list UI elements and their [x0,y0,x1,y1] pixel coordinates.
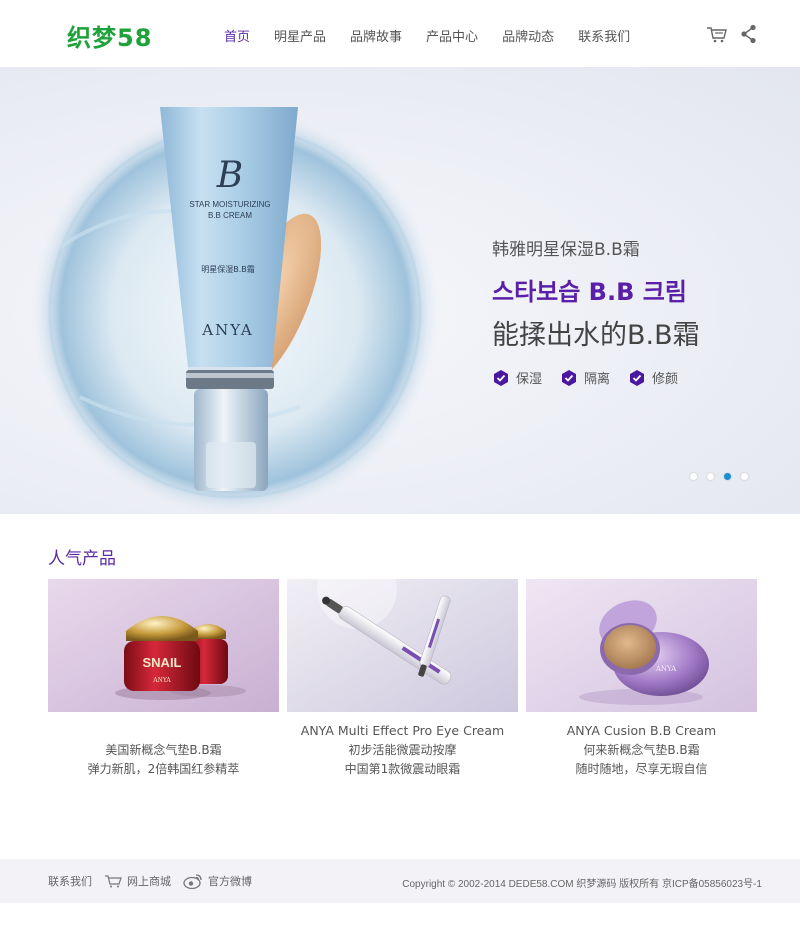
hero-banner[interactable]: B STAR MOISTURIZING B.B CREAM 明星保湿B.B霜 A… [0,67,800,514]
feature-retouch: 修颜 [628,368,678,387]
tube-line1: STAR MOISTURIZING [189,200,270,209]
product-name[interactable] [48,723,279,741]
section-title-popular: 人气产品 [48,549,116,569]
product-card[interactable]: SNAIL ANYA 美国新概念气垫B.B霜 弹力新肌，2倍韩国红参精萃 [48,579,279,779]
product-card[interactable]: ANYA ANYA Cusion B.B Cream 何来新概念气垫B.B霜 随… [526,579,757,779]
footer-link-label: 联系我们 [48,876,92,888]
site-header: 织梦58 首页 明星产品 品牌故事 产品中心 品牌动态 联系我们 [0,0,800,67]
slider-dot-2[interactable] [707,473,714,480]
footer-link-contact[interactable]: 联系我们 [48,873,92,889]
tube-brand: ANYA [201,321,254,339]
share-icon[interactable] [738,24,760,44]
feature-label: 保湿 [516,372,543,387]
banner-text: 韩雅明星保湿B.B霜 스타보습 B.B 크림 能揉出水的B.B霜 保湿 隔离 修… [492,235,700,387]
header-icons [706,24,760,44]
product-image-snail-cream[interactable]: SNAIL ANYA [48,579,279,712]
banner-headline: 能揉出水的B.B霜 [492,320,700,351]
product-name[interactable]: ANYA Cusion B.B Cream [526,723,757,741]
main-nav: 首页 明星产品 品牌故事 产品中心 品牌动态 联系我们 [212,26,642,45]
nav-contact[interactable]: 联系我们 [578,26,630,45]
cart-icon [105,875,122,888]
footer-link-shop[interactable]: 网上商城 [104,873,171,889]
slider-dot-4[interactable] [741,473,748,480]
check-hexagon-icon [562,369,577,386]
feature-moisturize: 保湿 [492,368,542,387]
cart-icon[interactable] [706,24,728,44]
tube-cn-name: 明星保湿B.B霜 [201,264,255,274]
feature-isolate: 隔离 [560,368,610,387]
nav-product-center[interactable]: 产品中心 [426,26,478,45]
product-desc-line-2: 弹力新肌，2倍韩国红参精萃 [87,762,240,776]
product-image-cushion-bb[interactable]: ANYA [526,579,757,712]
slider-dots [690,473,748,480]
product-desc-line-2: 随时随地，尽享无瑕自信 [575,762,708,776]
tube-brand-mark: B [216,155,243,196]
feature-label: 隔离 [584,372,611,387]
footer-links: 联系我们 网上商城 官方微博 [48,873,264,889]
slider-dot-1[interactable] [690,473,697,480]
product-image-eye-cream[interactable] [287,579,518,712]
banner-korean-title: 스타보습 B.B 크림 [492,278,687,306]
jar-brand: ANYA [152,677,171,684]
weibo-icon [183,874,202,889]
product-desc-line-2: 中国第1款微震动眼霜 [344,762,461,776]
compact-brand: ANYA [655,665,677,673]
nav-brand-story[interactable]: 品牌故事 [350,26,402,45]
site-footer: 联系我们 网上商城 官方微博 Copyright © 2002-2014 DED… [0,859,800,903]
product-desc-line-1: 初步活能微震动按摩 [348,743,457,757]
footer-link-weibo[interactable]: 官方微博 [183,873,252,889]
copyright-text: Copyright © 2002-2014 DEDE58.COM 织梦源码 版权… [402,879,762,890]
feature-label: 修颜 [652,372,679,387]
product-name[interactable]: ANYA Multi Effect Pro Eye Cream [287,723,518,741]
footer-link-label: 网上商城 [127,876,171,888]
product-list: SNAIL ANYA 美国新概念气垫B.B霜 弹力新肌，2倍韩国红参精萃 ANY… [48,579,757,779]
nav-star-products[interactable]: 明星产品 [274,26,326,45]
jar-label: SNAIL [143,655,182,670]
product-desc-line-1: 美国新概念气垫B.B霜 [105,743,222,757]
product-card[interactable]: ANYA Multi Effect Pro Eye Cream 初步活能微震动按… [287,579,518,779]
check-hexagon-icon [494,369,508,386]
nav-brand-news[interactable]: 品牌动态 [502,26,554,45]
nav-home[interactable]: 首页 [224,26,250,45]
banner-features: 保湿 隔离 修颜 [492,368,700,387]
tube-line2: B.B CREAM [208,211,252,220]
banner-subtitle: 韩雅明星保湿B.B霜 [492,240,640,260]
product-desc-line-1: 何来新概念气垫B.B霜 [583,743,700,757]
footer-link-label: 官方微博 [208,876,252,888]
check-hexagon-icon [630,369,645,386]
site-logo[interactable]: 织梦58 [67,18,152,53]
slider-dot-3[interactable] [724,473,731,480]
